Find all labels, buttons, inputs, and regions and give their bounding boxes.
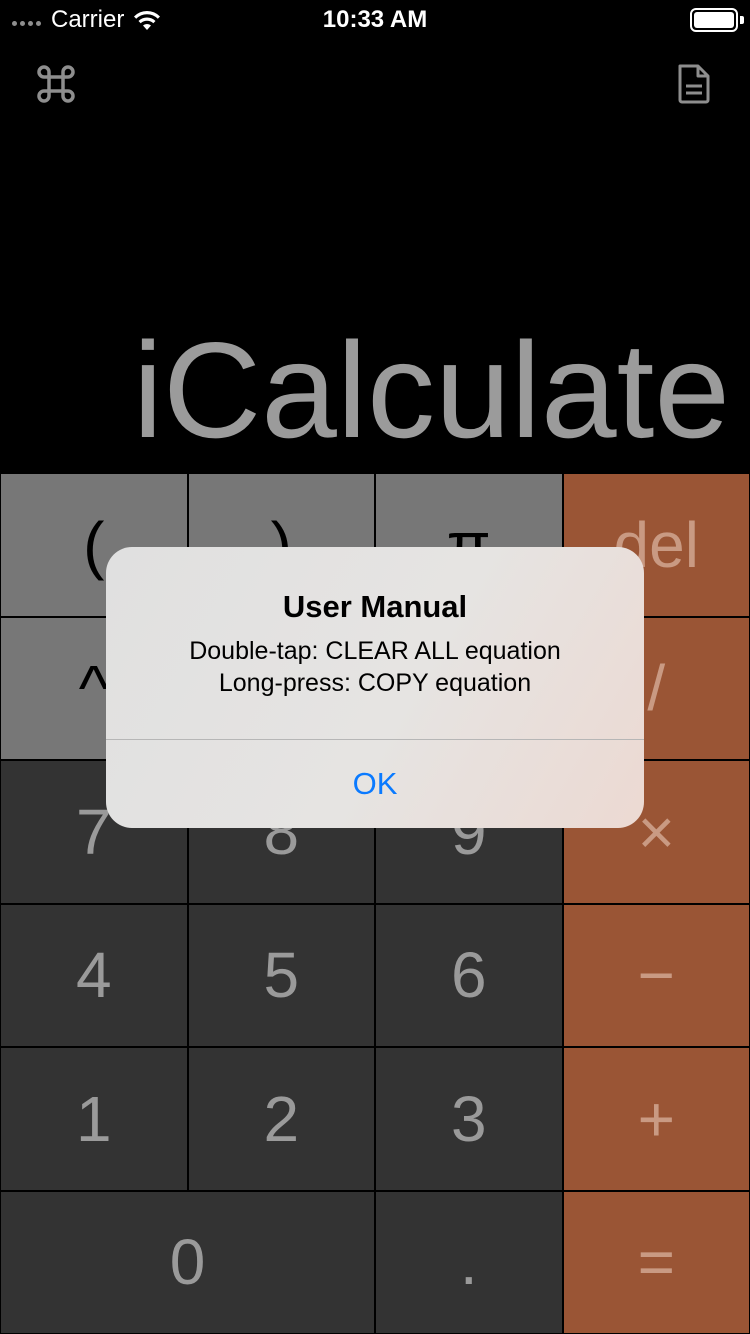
alert-ok-button[interactable]: OK bbox=[106, 740, 644, 828]
key-4[interactable]: 4 bbox=[0, 903, 188, 1047]
key-1[interactable]: 1 bbox=[0, 1047, 188, 1191]
alert-title: User Manual bbox=[282, 589, 468, 624]
key-decimal[interactable]: . bbox=[375, 1190, 563, 1334]
key-2[interactable]: 2 bbox=[187, 1047, 375, 1191]
key-equals[interactable]: = bbox=[562, 1190, 750, 1334]
key-add[interactable]: + bbox=[562, 1047, 750, 1191]
key-0[interactable]: 0 bbox=[0, 1190, 375, 1334]
key-5[interactable]: 5 bbox=[187, 903, 375, 1047]
battery-cap bbox=[740, 16, 744, 24]
command-icon[interactable] bbox=[34, 62, 78, 106]
user-manual-alert: User Manual Double-tap: CLEAR ALL equati… bbox=[106, 547, 644, 828]
battery-icon bbox=[690, 8, 738, 32]
key-3[interactable]: 3 bbox=[375, 1047, 563, 1191]
key-subtract[interactable]: − bbox=[562, 903, 750, 1047]
alert-message-line-1: Double-tap: CLEAR ALL equation bbox=[189, 637, 561, 665]
document-icon[interactable] bbox=[676, 62, 712, 106]
calculator-display[interactable]: iCalculate bbox=[0, 300, 730, 480]
key-6[interactable]: 6 bbox=[375, 903, 563, 1047]
status-bar: Carrier 10:33 AM bbox=[0, 0, 750, 40]
alert-message-line-2: Long-press: COPY equation bbox=[218, 669, 532, 697]
status-time: 10:33 AM bbox=[322, 6, 428, 33]
alert-message: Double-tap: CLEAR ALL equation Long-pres… bbox=[106, 635, 644, 699]
